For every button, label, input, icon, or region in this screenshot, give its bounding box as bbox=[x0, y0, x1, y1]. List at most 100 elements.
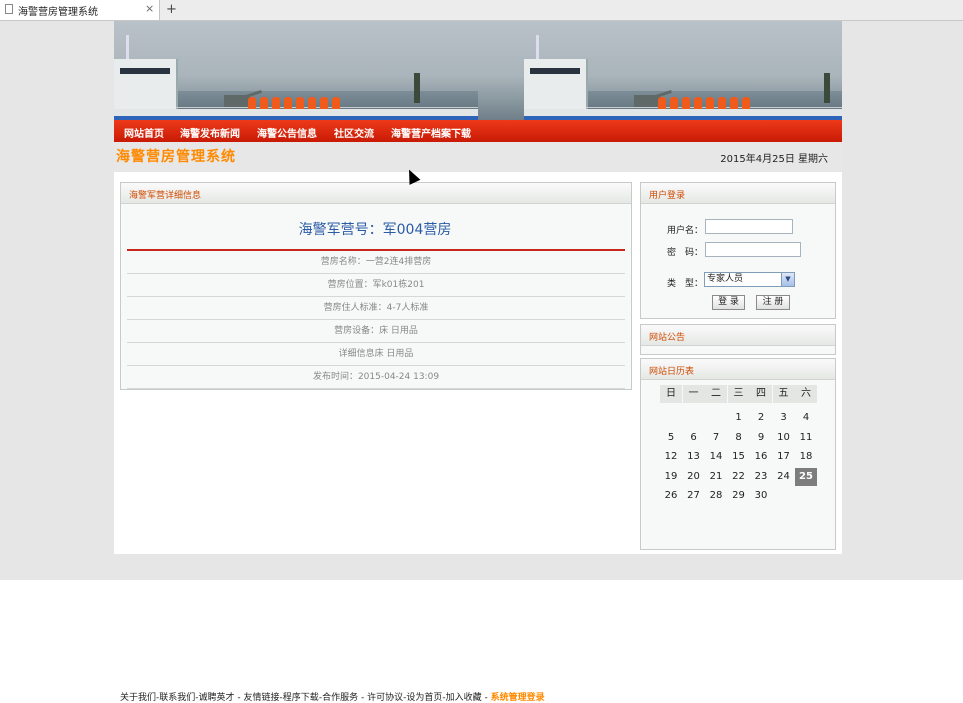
footer-link[interactable]: 联系我们 bbox=[159, 693, 195, 703]
calendar-weekday-header: 四 bbox=[750, 385, 772, 403]
nav-home[interactable]: 网站首页 bbox=[124, 125, 164, 140]
browser-tab-title: 海警营房管理系统 bbox=[18, 7, 98, 18]
detail-panel: 海警军营详细信息 海警军营号：军004营房 营房名称：一营2连4排营房 营房位置… bbox=[120, 182, 632, 390]
browser-tab-bar: 海警营房管理系统 × + bbox=[0, 0, 963, 21]
detail-row: 营房住人标准：4-7人标准 bbox=[127, 297, 625, 320]
barracks-heading: 海警军营号：军004营房 bbox=[298, 222, 452, 238]
footer-link[interactable]: 诚聘英才 bbox=[199, 693, 235, 703]
calendar-weekday-header: 三 bbox=[727, 385, 750, 403]
browser-tab[interactable]: 海警营房管理系统 × bbox=[0, 0, 160, 20]
footer-link[interactable]: 合作服务 bbox=[322, 693, 358, 703]
footer-separator: - bbox=[234, 693, 244, 703]
calendar-weekday-header: 日 bbox=[660, 385, 682, 403]
footer-link[interactable]: 许可协议 bbox=[367, 693, 403, 703]
calendar-day[interactable]: 26 bbox=[660, 487, 682, 505]
calendar-weekday-header: 二 bbox=[705, 385, 727, 403]
footer-link[interactable]: 友情链接 bbox=[244, 693, 280, 703]
username-input[interactable] bbox=[705, 219, 793, 234]
password-input[interactable] bbox=[705, 242, 801, 257]
user-type-select[interactable]: 专家人员 ▼ bbox=[704, 272, 795, 287]
register-button[interactable]: 注 册 bbox=[756, 295, 790, 310]
site-container: 网站首页 海警发布新闻 海警公告信息 社区交流 海警营产档案下载 海警营房管理系… bbox=[114, 21, 842, 703]
detail-row: 详细信息床 日用品 bbox=[127, 343, 625, 366]
banner-ship-image bbox=[524, 21, 842, 120]
site-title: 海警营房管理系统 bbox=[116, 149, 236, 165]
calendar-day[interactable]: 11 bbox=[795, 429, 817, 447]
detail-panel-title: 海警军营详细信息 bbox=[129, 191, 202, 201]
calendar-day[interactable]: 1 bbox=[728, 409, 750, 427]
login-panel: 用户登录 用户名： 密 码： 类 型： 专家人员 ▼ 登 录 注 册 bbox=[640, 182, 836, 319]
calendar-day-today[interactable]: 25 bbox=[795, 467, 817, 486]
calendar-day bbox=[773, 487, 795, 505]
footer-link[interactable]: 关于我们 bbox=[120, 693, 156, 703]
calendar-day[interactable]: 9 bbox=[750, 429, 772, 447]
calendar-day[interactable]: 29 bbox=[728, 487, 750, 505]
nav-archive-download[interactable]: 海警营产档案下载 bbox=[391, 125, 471, 140]
calendar-day[interactable]: 13 bbox=[683, 448, 705, 466]
footer-separator: - bbox=[481, 693, 491, 703]
detail-row: 营房设备：床 日用品 bbox=[127, 320, 625, 343]
nav-news[interactable]: 海警发布新闻 bbox=[180, 125, 240, 140]
calendar-weekday-header: 六 bbox=[795, 385, 817, 403]
detail-row: 发布时间：2015-04-24 13:09 bbox=[127, 366, 625, 389]
login-panel-title: 用户登录 bbox=[649, 191, 686, 201]
current-date: 2015年4月25日 星期六 bbox=[720, 154, 828, 165]
calendar-day[interactable]: 17 bbox=[773, 448, 795, 466]
calendar-day[interactable]: 30 bbox=[750, 487, 772, 505]
nav-announcements[interactable]: 海警公告信息 bbox=[257, 125, 317, 140]
password-label: 密 码： bbox=[667, 248, 704, 258]
admin-login-link[interactable]: 系统管理登录 bbox=[491, 693, 545, 703]
calendar-day bbox=[795, 487, 817, 505]
calendar-day[interactable]: 23 bbox=[750, 468, 772, 486]
nav-community[interactable]: 社区交流 bbox=[334, 125, 374, 140]
calendar-day[interactable]: 6 bbox=[683, 429, 705, 447]
footer-separator: - bbox=[358, 693, 368, 703]
banner-ship-image bbox=[114, 21, 478, 120]
main-content: 海警军营详细信息 海警军营号：军004营房 营房名称：一营2连4排营房 营房位置… bbox=[114, 176, 842, 703]
calendar-day[interactable]: 12 bbox=[660, 448, 682, 466]
calendar-day[interactable]: 14 bbox=[705, 448, 727, 466]
calendar-day[interactable]: 16 bbox=[750, 448, 772, 466]
calendar-panel: 网站日历表 日一二三四五六 1 2 3 4 5 6 7 8 9 10 11 12 13 14 15 16 17 18… bbox=[640, 358, 836, 550]
calendar-day[interactable]: 10 bbox=[773, 429, 795, 447]
calendar-weekday-header: 五 bbox=[772, 385, 795, 403]
footer-link[interactable]: 设为首页 bbox=[406, 693, 442, 703]
calendar-day[interactable]: 19 bbox=[660, 468, 682, 486]
calendar-day[interactable]: 3 bbox=[773, 409, 795, 427]
calendar-day[interactable]: 27 bbox=[683, 487, 705, 505]
calendar-day[interactable]: 2 bbox=[750, 409, 772, 427]
title-bar: 海警营房管理系统 2015年4月25日 星期六 bbox=[114, 142, 842, 172]
close-icon[interactable]: × bbox=[145, 2, 154, 15]
calendar-day[interactable]: 5 bbox=[660, 429, 682, 447]
calendar-day[interactable]: 21 bbox=[705, 468, 727, 486]
notice-panel: 网站公告 bbox=[640, 324, 836, 355]
calendar-day[interactable]: 22 bbox=[728, 468, 750, 486]
calendar-day[interactable]: 18 bbox=[795, 448, 817, 466]
footer-link[interactable]: 加入收藏 bbox=[446, 693, 482, 703]
main-nav: 网站首页 海警发布新闻 海警公告信息 社区交流 海警营产档案下载 bbox=[114, 120, 842, 142]
user-type-value: 专家人员 bbox=[707, 274, 744, 284]
calendar-day[interactable]: 4 bbox=[795, 409, 817, 427]
calendar-day[interactable]: 24 bbox=[773, 468, 795, 486]
footer-links: 关于我们-联系我们-诚聘英才 - 友情链接-程序下载-合作服务 - 许可协议-设… bbox=[120, 690, 545, 703]
type-label: 类 型： bbox=[667, 279, 704, 289]
calendar-day bbox=[683, 409, 705, 427]
notice-panel-title: 网站公告 bbox=[649, 333, 686, 343]
calendar-day[interactable]: 28 bbox=[705, 487, 727, 505]
calendar-panel-title: 网站日历表 bbox=[649, 367, 695, 377]
calendar-weekday-header: 一 bbox=[682, 385, 705, 403]
detail-row: 营房名称：一营2连4排营房 bbox=[127, 251, 625, 274]
login-button[interactable]: 登 录 bbox=[712, 295, 745, 310]
detail-row: 营房位置：军k01栋201 bbox=[127, 274, 625, 297]
footer-link[interactable]: 程序下载 bbox=[283, 693, 319, 703]
username-label: 用户名： bbox=[667, 226, 704, 236]
calendar-day bbox=[705, 409, 727, 427]
calendar-day[interactable]: 7 bbox=[705, 429, 727, 447]
chevron-down-icon: ▼ bbox=[781, 273, 794, 286]
calendar-day[interactable]: 8 bbox=[728, 429, 750, 447]
calendar-day bbox=[660, 409, 682, 427]
calendar-day[interactable]: 15 bbox=[728, 448, 750, 466]
document-icon bbox=[5, 4, 13, 14]
new-tab-button[interactable]: + bbox=[163, 1, 180, 18]
calendar-day[interactable]: 20 bbox=[683, 468, 705, 486]
